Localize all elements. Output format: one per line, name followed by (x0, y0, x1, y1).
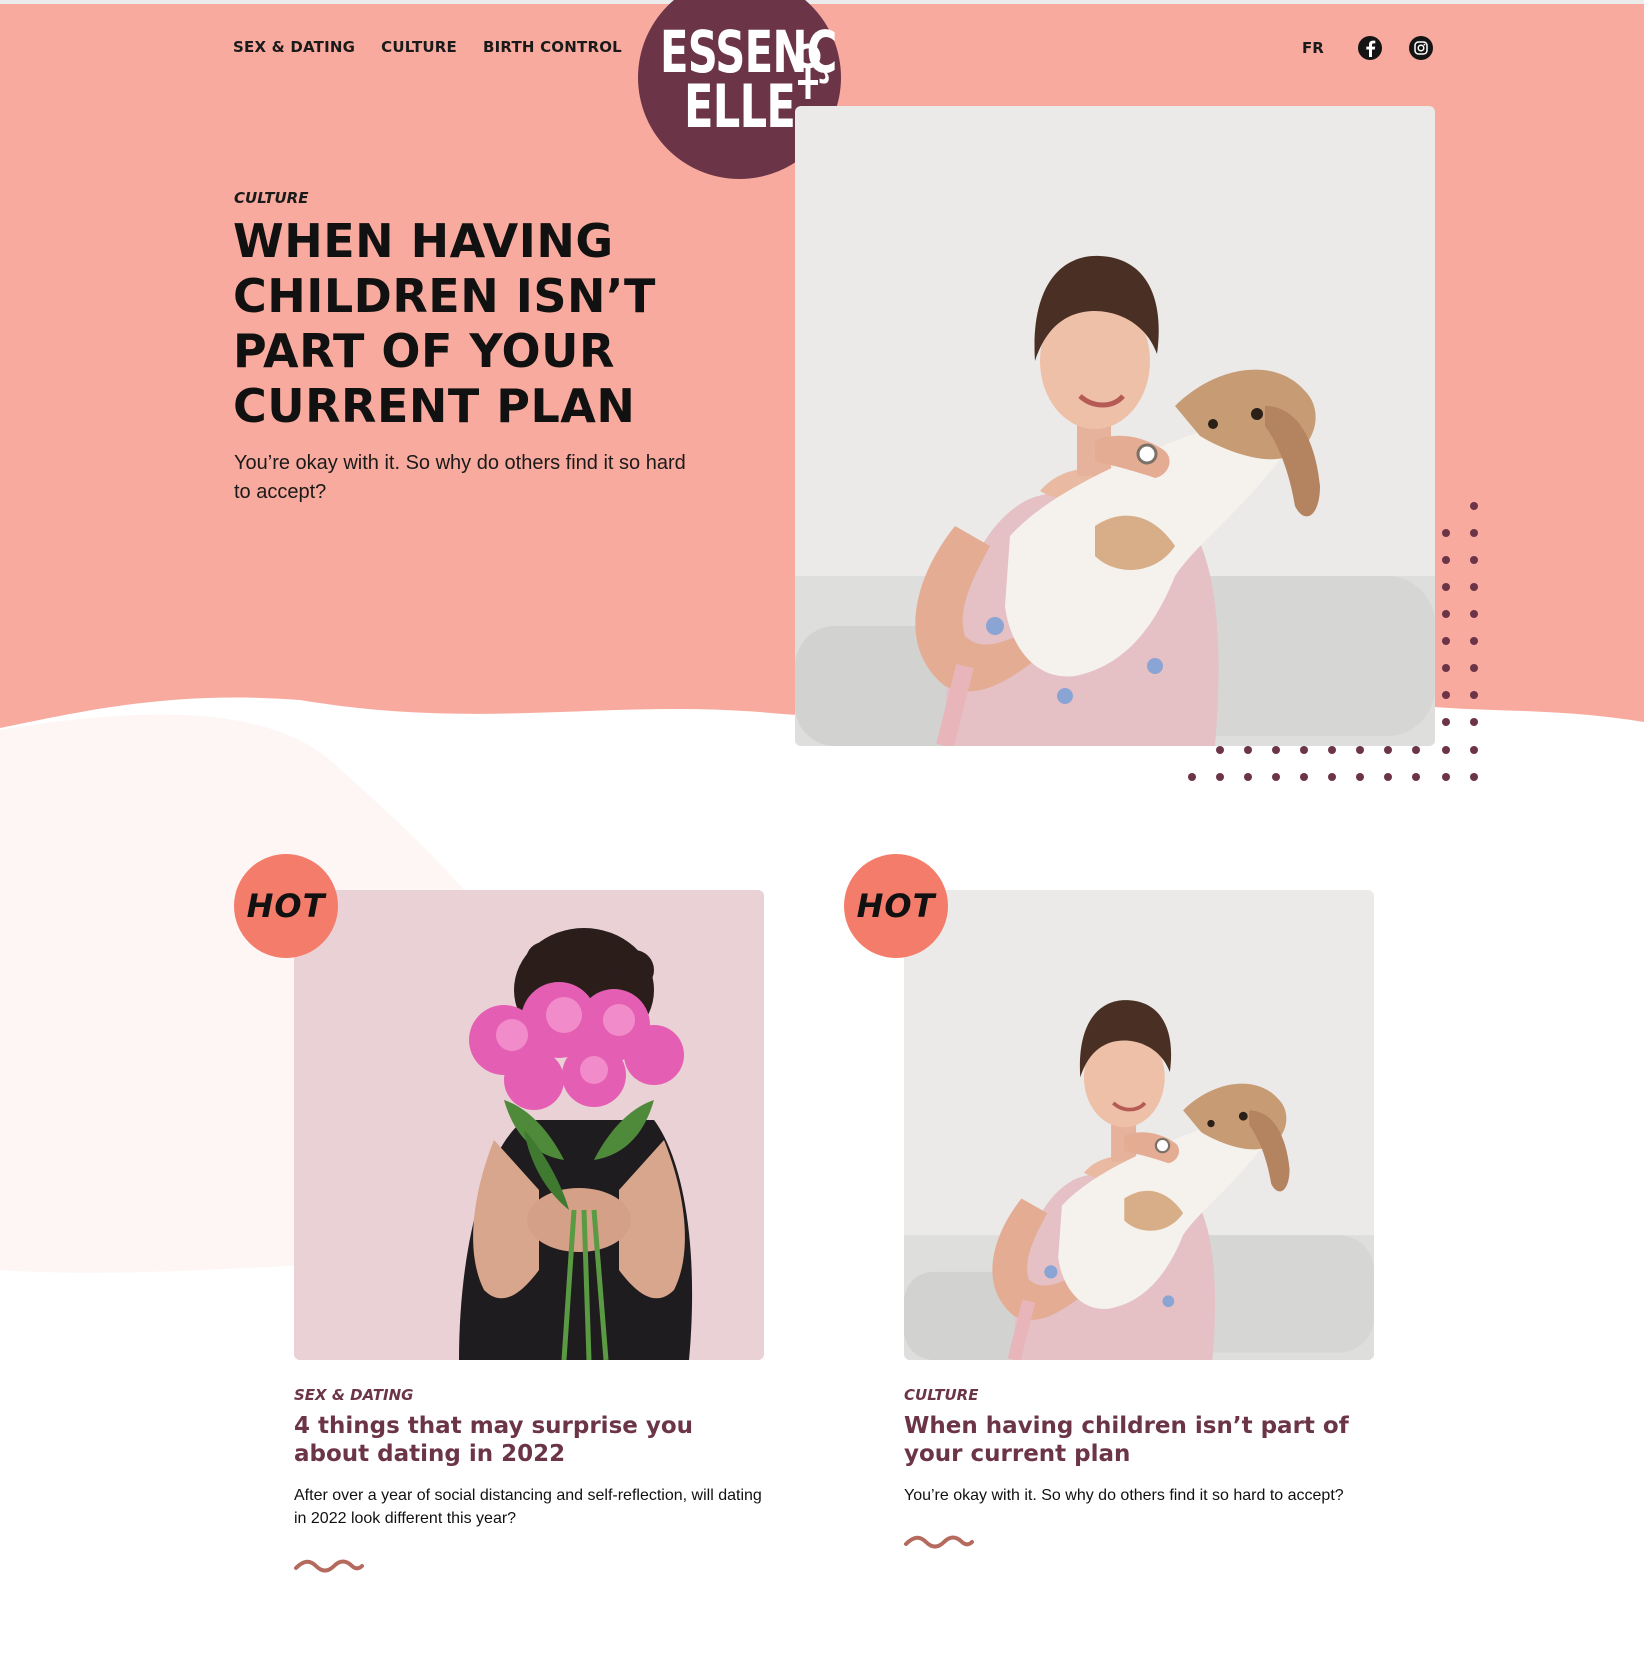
instagram-link[interactable] (1409, 36, 1433, 60)
card-image[interactable] (294, 890, 764, 1360)
card-category[interactable]: SEX & DATING (294, 1386, 413, 1404)
card-description: You’re okay with it. So why do others fi… (904, 1487, 1344, 1504)
dot-grid-decoration (1188, 502, 1478, 781)
top-border (0, 0, 1644, 4)
nav-item-culture[interactable]: CULTURE (381, 38, 457, 56)
hot-badge-label: HOT (856, 887, 936, 925)
nav-item-birth-control[interactable]: BIRTH CONTROL (483, 38, 622, 56)
instagram-icon (1414, 41, 1428, 55)
hot-badge-label: HOT (246, 887, 326, 925)
card-category[interactable]: CULTURE (904, 1386, 978, 1404)
language-switch[interactable]: FR (1302, 39, 1324, 57)
page: SEX & DATING CULTURE BIRTH CONTROL FR ES… (0, 0, 1644, 1655)
card-title[interactable]: When having children isn’t part of your … (904, 1412, 1374, 1468)
hero-subtitle: You’re okay with it. So why do others fi… (234, 452, 686, 503)
facebook-link[interactable] (1358, 36, 1382, 60)
nav-item-sex-dating[interactable]: SEX & DATING (233, 38, 355, 56)
card-description: After over a year of social distancing a… (294, 1487, 762, 1527)
logo-text-line2: ELLE (684, 72, 796, 142)
hot-badge: HOT (844, 854, 948, 958)
card-title[interactable]: 4 things that may surprise you about dat… (294, 1412, 764, 1468)
hero-title[interactable]: When having children isn’t part of your … (233, 214, 703, 434)
squiggle-decoration (294, 1559, 364, 1573)
woman-with-peonies-photo (294, 890, 764, 1360)
woman-holding-beagle-photo (904, 890, 1374, 1360)
hot-badge: HOT (234, 854, 338, 958)
squiggle-decoration (904, 1535, 974, 1549)
card-image[interactable] (904, 890, 1374, 1360)
venus-symbol-icon (795, 43, 821, 99)
facebook-icon (1366, 40, 1376, 57)
hero-category[interactable]: CULTURE (234, 189, 308, 207)
main-nav: SEX & DATING CULTURE BIRTH CONTROL (233, 38, 622, 56)
